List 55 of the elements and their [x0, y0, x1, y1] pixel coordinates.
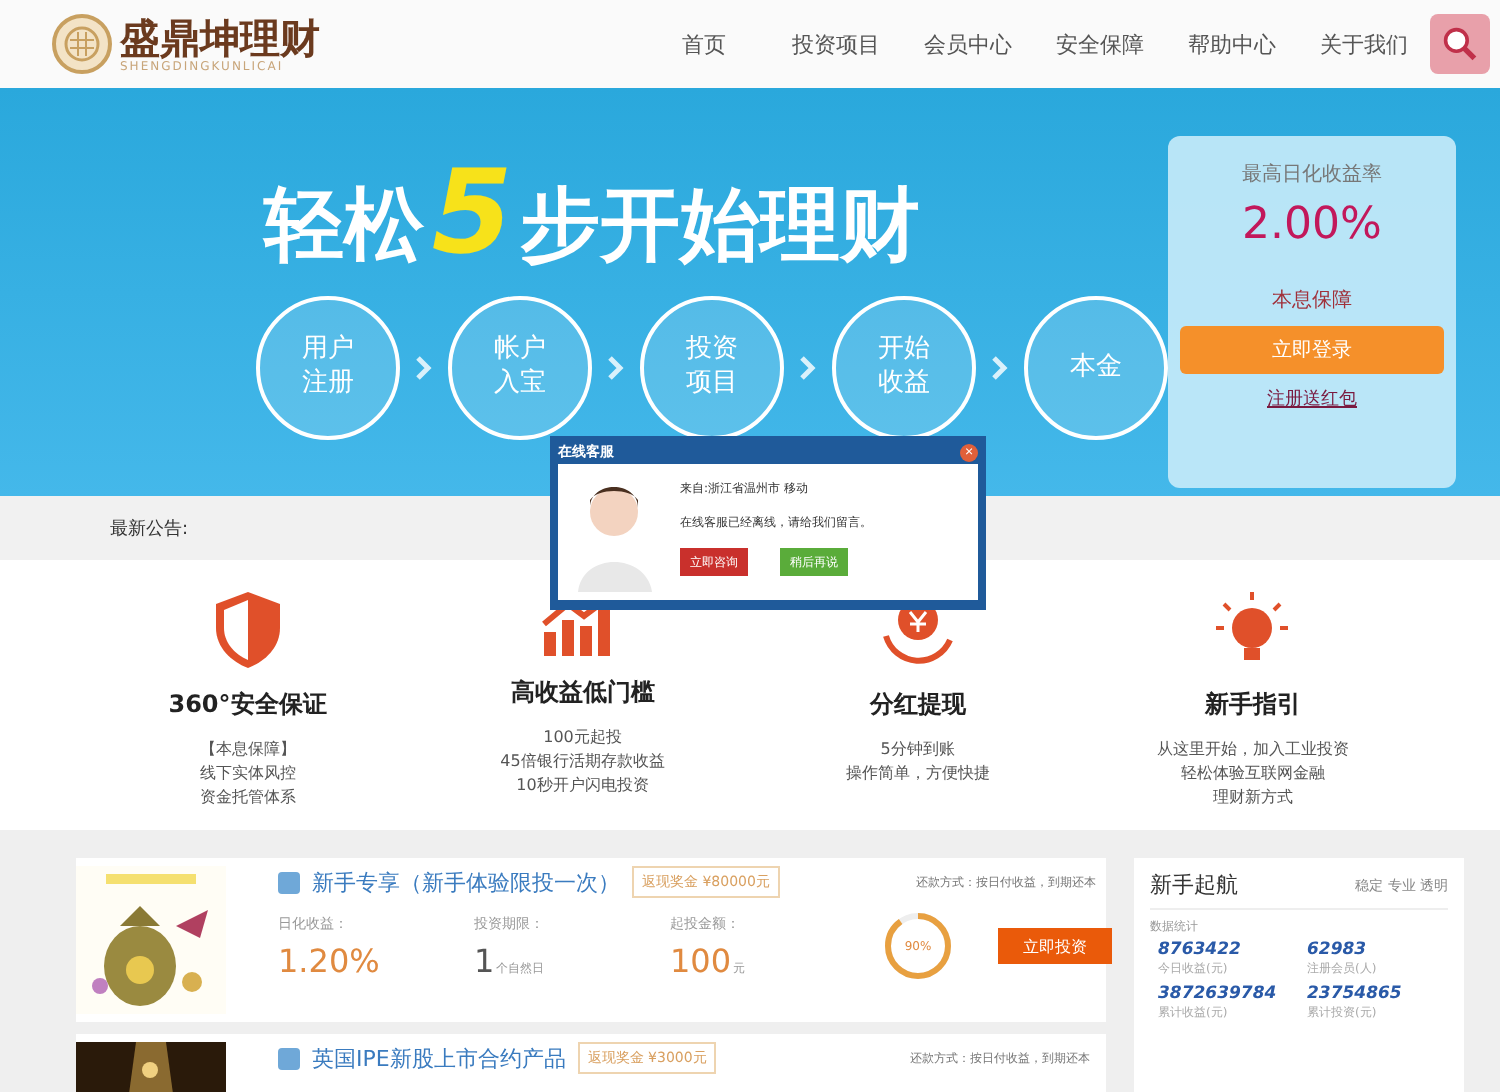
stat-value: 62983	[1307, 940, 1369, 960]
chevron-icon	[992, 356, 1008, 380]
feature-text: 45倍银行活期存款收益	[500, 750, 665, 774]
guarantee-text: 本息保障	[1272, 287, 1352, 314]
feature-text: 资金托管体系	[199, 786, 296, 810]
feature-text: 操作简单，方便快捷	[845, 762, 990, 786]
register-link[interactable]: 注册送红包	[1267, 386, 1357, 412]
stat-value: 8763422	[1158, 940, 1243, 960]
nav-link[interactable]: 帮助中心	[1166, 29, 1298, 59]
step-circle: 帐户入宝	[448, 296, 592, 440]
feature-text: 从这里开始，加入工业投资	[1156, 738, 1349, 762]
stat-value: 23754865	[1307, 984, 1404, 1004]
progress-ring	[882, 910, 954, 982]
chevron-icon	[800, 356, 816, 380]
step-circle: 开始收益	[832, 296, 976, 440]
minimum-value: 100	[670, 941, 732, 979]
chevron-icon	[416, 356, 432, 380]
coin-logo-icon	[52, 14, 112, 74]
nav-link[interactable]: 关于我们	[1298, 29, 1430, 59]
shield-icon	[211, 588, 284, 672]
feature-title: 高收益低门槛	[510, 676, 655, 710]
search-icon	[1442, 24, 1478, 64]
product-icon	[278, 871, 300, 893]
feature-text: 【本息保障】	[199, 738, 296, 762]
term-value: 1	[474, 941, 495, 979]
feature-text: 100元起投	[543, 726, 622, 750]
panel-title: 新手起航	[1150, 870, 1238, 900]
invest-button[interactable]: 立即投资	[998, 928, 1112, 964]
logo-text: 盛鼎坤理财	[120, 15, 320, 59]
feature-title: 360°安全保证	[168, 688, 327, 722]
stat-value: 3872639784	[1158, 984, 1279, 1004]
rate-value: 2.00%	[1242, 200, 1382, 250]
nav-link[interactable]: 首页	[638, 29, 770, 59]
feature-text: 轻松体验互联网金融	[1180, 762, 1325, 786]
product-icon	[278, 1047, 300, 1069]
step-circle: 用户注册	[256, 296, 400, 440]
search-button[interactable]	[1430, 14, 1490, 74]
nav-link[interactable]: 会员中心	[902, 29, 1034, 59]
feature-title: 分红提现	[869, 688, 966, 722]
nav-link[interactable]: 投资项目	[770, 29, 902, 59]
rate-value: 1.20%	[278, 941, 380, 979]
chevron-icon	[608, 356, 624, 380]
step-circle: 投资项目	[640, 296, 784, 440]
feature-text: 理财新方式	[1212, 786, 1293, 810]
banner-title: 轻松5步开始理财	[263, 144, 921, 280]
feature-text: 5分钟到账	[880, 738, 955, 762]
product-name[interactable]: 新手专享（新手体验限投一次）	[312, 867, 620, 897]
product-name[interactable]: 英国IPE新股上市合约产品	[312, 1043, 566, 1073]
feature-text: 线下实体风控	[199, 762, 296, 786]
feature-text: 10秒开户闪电投资	[516, 774, 649, 798]
step-circle: 本金	[1024, 296, 1168, 440]
nav-link[interactable]: 安全保障	[1034, 29, 1166, 59]
rate-label: 最高日化收益率	[1242, 161, 1382, 188]
feature-title: 新手指引	[1204, 688, 1301, 722]
notice-label: 最新公告:	[110, 517, 189, 541]
